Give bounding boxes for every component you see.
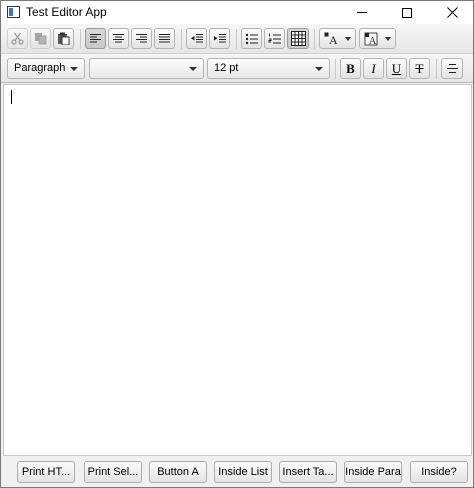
- strikethrough-icon: T: [415, 60, 424, 76]
- scissors-icon: [11, 32, 24, 45]
- align-center-button[interactable]: [108, 28, 129, 49]
- chevron-down-icon: [385, 36, 391, 41]
- chevron-down-icon: [345, 36, 351, 41]
- formatting-toolbar-bottom: Paragraph 12 pt B I U T: [1, 54, 473, 83]
- toolbar-separator: [236, 29, 237, 49]
- highlight-color-button[interactable]: A: [359, 28, 396, 49]
- paste-button[interactable]: [53, 28, 74, 49]
- underline-button[interactable]: U: [386, 58, 407, 79]
- indent-button[interactable]: [209, 28, 230, 49]
- paragraph-style-value: Paragraph: [14, 62, 66, 74]
- toolbar-separator: [335, 59, 336, 79]
- align-center-icon: [113, 34, 124, 43]
- minimize-icon: [357, 12, 367, 13]
- chevron-down-icon: [189, 67, 197, 71]
- minimize-button[interactable]: [340, 1, 384, 24]
- chevron-down-icon: [70, 67, 78, 71]
- toolbar-separator: [181, 29, 182, 49]
- align-left-icon: [90, 34, 101, 43]
- title-bar[interactable]: Test Editor App: [1, 1, 473, 24]
- justify-button[interactable]: [154, 28, 175, 49]
- underline-icon: U: [391, 60, 402, 76]
- inside-list-button[interactable]: Inside List: [214, 461, 272, 483]
- maximize-icon: [402, 7, 412, 18]
- bold-button[interactable]: B: [340, 58, 361, 79]
- close-button[interactable]: [430, 1, 474, 24]
- button-a[interactable]: Button A: [149, 461, 207, 483]
- bullet-list-icon: [245, 33, 258, 44]
- copy-button[interactable]: [30, 28, 51, 49]
- close-icon: [446, 7, 458, 18]
- maximize-button[interactable]: [385, 1, 429, 24]
- bullet-list-button[interactable]: [241, 28, 262, 49]
- toolbar-separator: [314, 29, 315, 49]
- indent-icon: [213, 34, 226, 43]
- formatting-toolbar-top: A A: [1, 24, 473, 54]
- align-right-button[interactable]: [131, 28, 152, 49]
- outdent-button[interactable]: [186, 28, 207, 49]
- toolbar-separator: [436, 59, 437, 79]
- italic-icon: I: [371, 60, 376, 76]
- paste-icon: [58, 32, 70, 45]
- font-size-select[interactable]: 12 pt: [207, 58, 330, 79]
- table-grid-button[interactable]: [287, 28, 309, 49]
- cut-button[interactable]: [7, 28, 28, 49]
- print-html-button[interactable]: Print HT...: [17, 461, 75, 483]
- svg-text:A: A: [369, 36, 377, 46]
- font-size-value: 12 pt: [214, 62, 239, 74]
- inside-para-button[interactable]: Inside Para: [344, 461, 402, 483]
- svg-text:A: A: [329, 33, 338, 45]
- action-button-bar: Print HT... Print Sel... Button A Inside…: [1, 457, 473, 487]
- italic-button[interactable]: I: [363, 58, 384, 79]
- inside-button[interactable]: Inside?: [410, 461, 468, 483]
- print-selection-button[interactable]: Print Sel...: [84, 461, 142, 483]
- app-icon: [7, 6, 20, 18]
- app-window: Test Editor App A A Paragraph 12 pt B I …: [0, 0, 474, 488]
- bold-icon: B: [346, 60, 355, 76]
- numbered-list-icon: [268, 33, 281, 43]
- toolbar-separator: [80, 29, 81, 49]
- insert-table-button[interactable]: Insert Ta...: [279, 461, 337, 483]
- outdent-icon: [190, 34, 203, 43]
- table-grid-icon: [290, 31, 306, 46]
- text-color-button[interactable]: A: [319, 28, 356, 49]
- align-left-button[interactable]: [85, 28, 106, 49]
- chevron-down-icon: [315, 67, 323, 71]
- strikethrough-button[interactable]: T: [409, 58, 430, 79]
- horizontal-rule-button[interactable]: [441, 58, 463, 79]
- horizontal-rule-icon: [446, 64, 458, 73]
- window-title: Test Editor App: [26, 5, 107, 19]
- align-right-icon: [136, 34, 147, 43]
- font-family-select[interactable]: [89, 58, 204, 79]
- text-caret: [11, 90, 12, 104]
- background-color-icon: A: [364, 32, 378, 46]
- numbered-list-button[interactable]: [264, 28, 285, 49]
- paragraph-style-select[interactable]: Paragraph: [7, 58, 85, 79]
- editor-area[interactable]: [3, 84, 472, 456]
- align-justify-icon: [159, 34, 170, 43]
- text-color-icon: A: [324, 32, 338, 45]
- copy-icon: [35, 33, 47, 45]
